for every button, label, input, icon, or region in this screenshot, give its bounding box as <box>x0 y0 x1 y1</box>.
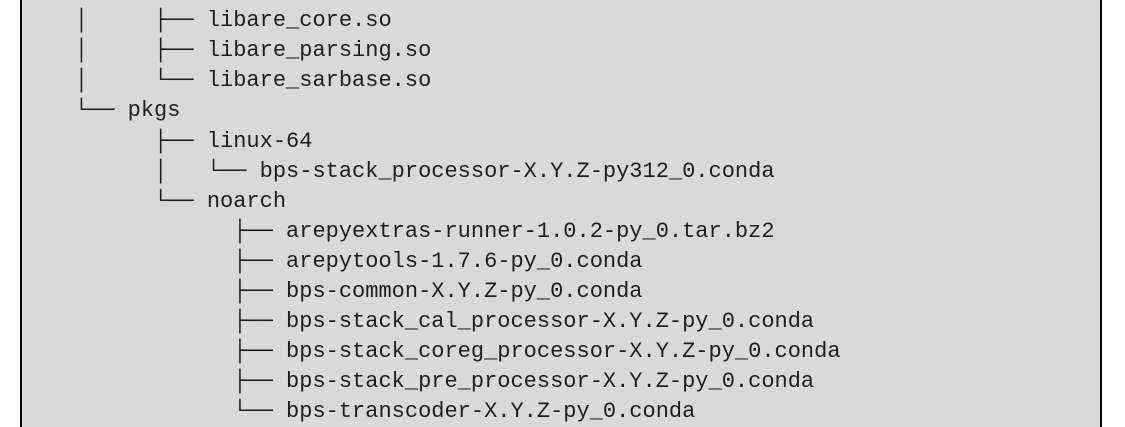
tree-line-bps-stack-pre-processor: ├── bps-stack_pre_processor-X.Y.Z-py_0.c… <box>22 369 815 394</box>
tree-line-libare-parsing: │ ├── libare_parsing.so <box>22 38 432 63</box>
tree-line-linux-64: ├── linux-64 <box>22 129 313 154</box>
tree-line-bps-stack-cal-processor: ├── bps-stack_cal_processor-X.Y.Z-py_0.c… <box>22 309 815 334</box>
tree-line-bps-stack-coreg-processor: ├── bps-stack_coreg_processor-X.Y.Z-py_0… <box>22 339 841 364</box>
tree-line-libare-sarbase: │ └── libare_sarbase.so <box>22 68 432 93</box>
tree-line-noarch: └── noarch <box>22 189 287 214</box>
tree-line-arepytools: ├── arepytools-1.7.6-py_0.conda <box>22 249 643 274</box>
tree-line-bps-common: ├── bps-common-X.Y.Z-py_0.conda <box>22 279 643 304</box>
tree-line-arepyextras-runner: ├── arepyextras-runner-1.0.2-py_0.tar.bz… <box>22 219 775 244</box>
tree-line-libare-core: │ ├── libare_core.so <box>22 8 392 33</box>
tree-line-pkgs: └── pkgs <box>22 98 181 123</box>
code-block: │ ├── libare_core.so │ ├── libare_parsin… <box>20 0 1102 427</box>
tree-line-bps-stack-processor: │ └── bps-stack_processor-X.Y.Z-py312_0.… <box>22 159 775 184</box>
tree-line-bps-transcoder: └── bps-transcoder-X.Y.Z-py_0.conda <box>22 399 696 424</box>
